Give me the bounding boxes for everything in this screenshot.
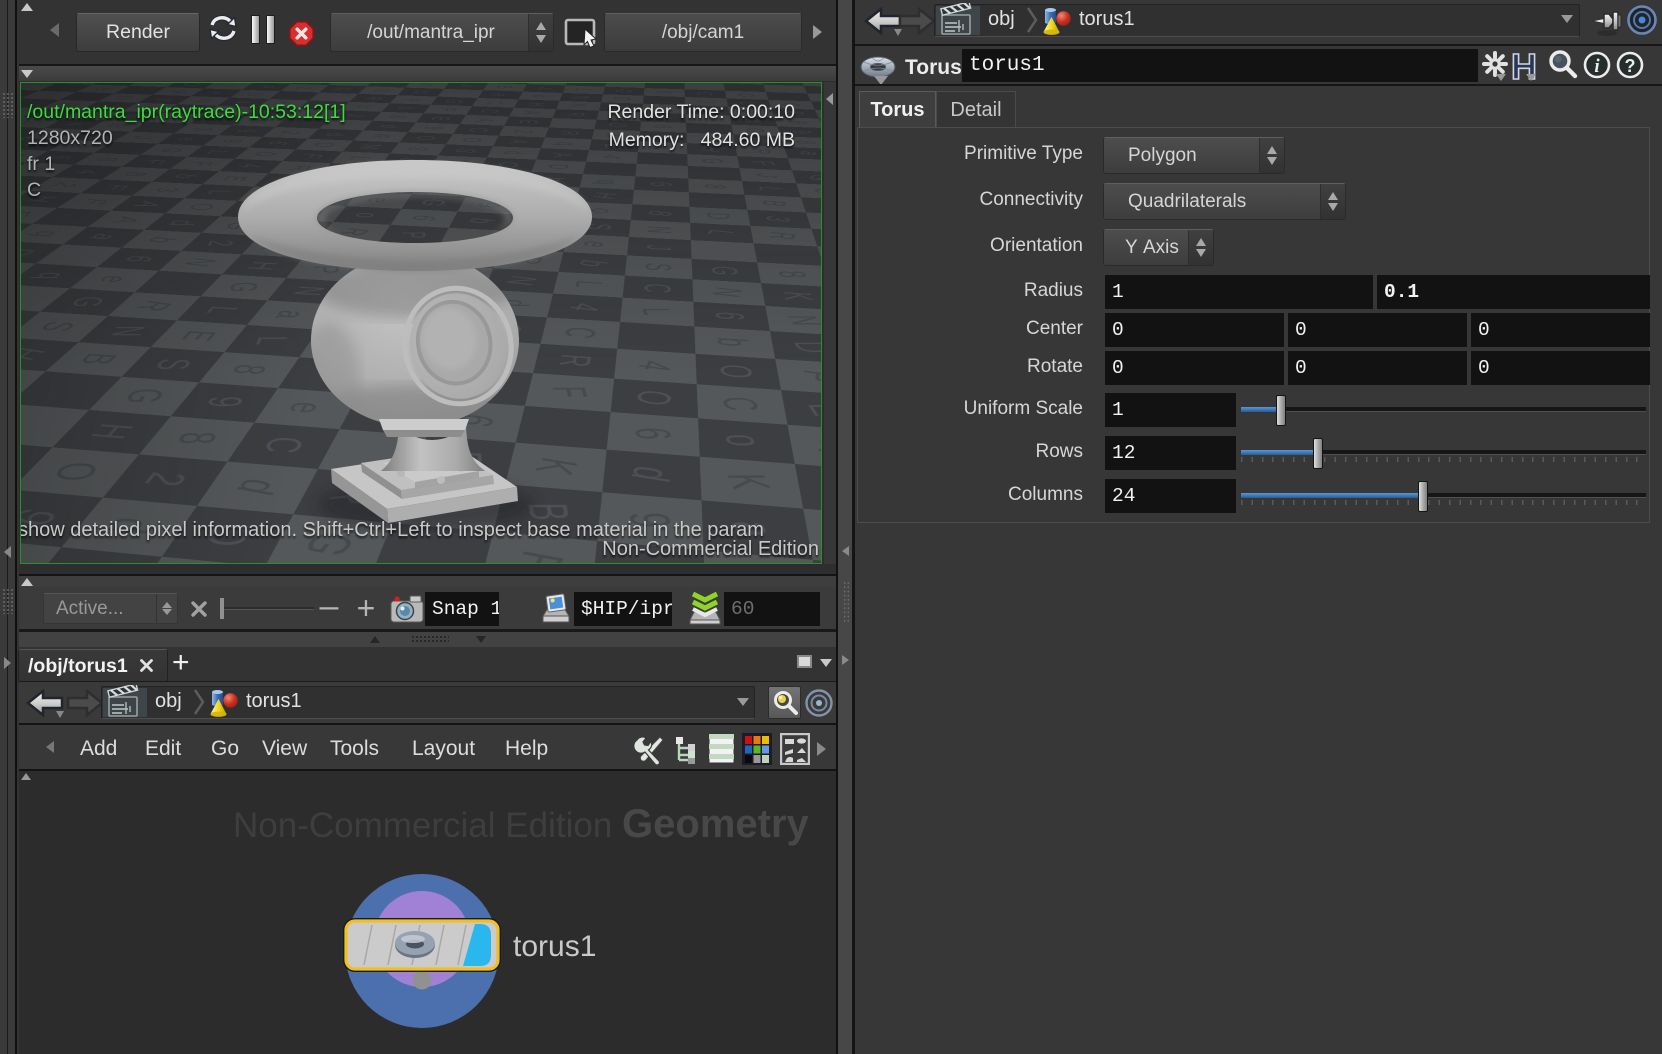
svg-text:?: ? [1625, 56, 1636, 76]
svg-text:i: i [1594, 56, 1600, 77]
